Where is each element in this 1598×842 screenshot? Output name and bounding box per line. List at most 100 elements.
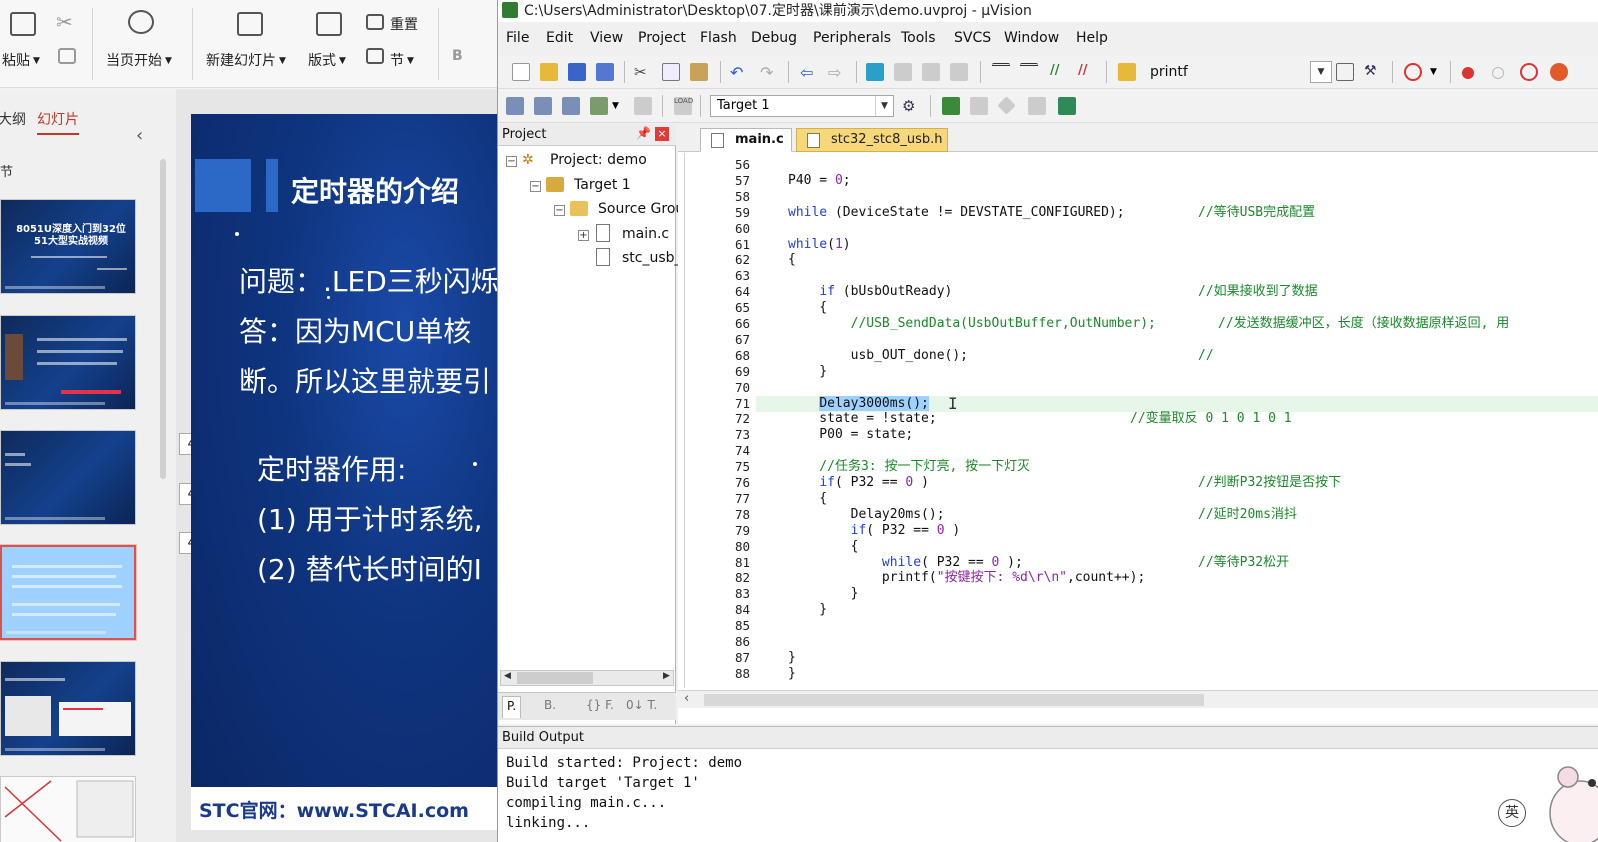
open-folder-icon[interactable] [540, 63, 558, 81]
menu-view[interactable]: View [590, 30, 623, 46]
tab-project[interactable]: P. [502, 696, 522, 718]
collapse-icon[interactable]: − [554, 205, 565, 216]
code-line[interactable]: printf("按键按下: %d\r\n",count++); [788, 570, 1145, 586]
code-line[interactable]: //任务3: 按一下灯亮, 按一下灯灭 [788, 459, 1030, 475]
code-line[interactable]: } [788, 666, 796, 682]
batch-dropdown-icon[interactable]: ▼ [612, 101, 630, 119]
code-line[interactable]: } [788, 602, 827, 618]
tree-project-root[interactable]: Project: demo [550, 152, 647, 168]
code-line[interactable]: if( P32 == 0 ) [788, 475, 929, 491]
copy-icon[interactable] [58, 48, 76, 64]
reset-button[interactable]: 重置 [390, 14, 418, 34]
menu-peripherals[interactable]: Peripherals [813, 30, 891, 46]
paste-button[interactable]: 粘贴 ▼ [2, 50, 40, 70]
code-line[interactable]: P00 = state; [788, 427, 913, 443]
layout-button[interactable]: 版式 ▼ [308, 50, 346, 70]
code-area[interactable]: 56 57 P40 = 0; 58 59 while (DeviceState != DE… [678, 153, 1598, 688]
code-line[interactable]: P40 = 0; [788, 173, 851, 189]
tab-stc32-stc8-usb-h[interactable]: stc32_stc8_usb.h [796, 128, 948, 152]
code-line[interactable]: } [788, 650, 796, 666]
slide-thumbnail-5[interactable] [0, 661, 136, 756]
find-dropdown[interactable]: ▼ [1310, 61, 1332, 83]
prev-bookmark-icon[interactable] [894, 63, 912, 81]
menu-window[interactable]: Window [1004, 30, 1059, 46]
reset-icon[interactable] [366, 14, 384, 30]
section-icon[interactable] [366, 48, 384, 64]
tools-icon[interactable]: ⚒ [1364, 63, 1382, 81]
code-line[interactable]: { [788, 300, 827, 316]
pin-icon[interactable]: 📌 [636, 126, 651, 140]
code-line[interactable]: Delay3000ms(); [788, 395, 929, 412]
menu-edit[interactable]: Edit [546, 30, 573, 46]
new-slide-button[interactable]: 新建幻灯片 ▼ [206, 50, 286, 70]
translate-icon[interactable] [506, 97, 524, 115]
tab-functions[interactable]: {} F. [582, 696, 618, 718]
disable-breakpoint-icon[interactable] [1492, 67, 1504, 79]
code-line[interactable]: //USB_SendData(UsbOutBuffer,OutNumber); [788, 316, 1156, 332]
pack-installer-icon[interactable] [1028, 97, 1046, 115]
code-line[interactable]: { [788, 491, 827, 507]
current-slide[interactable]: 定时器的介绍 问题：.LED三秒闪烁 答：因为MCU单核 断。所以这里就要引 定… [191, 114, 497, 830]
code-line[interactable]: } [788, 586, 859, 602]
find-text[interactable]: printf [1150, 64, 1188, 80]
tab-books[interactable]: B. [540, 696, 560, 718]
thumbnails-scrollbar[interactable] [160, 159, 166, 479]
tab-templates[interactable]: 0↓ T. [622, 696, 661, 718]
collapse-icon[interactable]: − [530, 181, 541, 192]
play-icon[interactable] [128, 10, 154, 34]
indent-icon[interactable] [992, 63, 1010, 81]
code-line[interactable]: } [788, 364, 827, 380]
rebuild-icon[interactable] [562, 97, 580, 115]
comment-icon[interactable]: // [1050, 63, 1068, 81]
save-icon[interactable] [568, 63, 586, 81]
nav-forward-icon[interactable]: ⇨ [828, 63, 846, 82]
code-line[interactable]: usb_OUT_done(); [788, 348, 968, 364]
project-horizontal-scrollbar[interactable]: ◀ ▶ [500, 670, 674, 686]
section-button[interactable]: 节 ▼ [390, 50, 414, 70]
slide-thumbnail-1[interactable]: 8051U深度入门到32位51大型实战视频 [0, 199, 136, 294]
paste-icon[interactable] [690, 63, 708, 81]
collapse-pane-icon[interactable]: ‹ [136, 125, 143, 146]
menu-project[interactable]: Project [638, 30, 686, 46]
kill-breakpoints-icon[interactable] [1520, 63, 1538, 81]
menu-tools[interactable]: Tools [901, 30, 936, 46]
play-from-current-button[interactable]: 当页开始 ▼ [106, 50, 172, 70]
uncomment-icon[interactable]: // [1078, 63, 1096, 81]
breakpoint-icon[interactable] [1462, 67, 1474, 79]
new-slide-icon[interactable] [237, 12, 263, 36]
next-bookmark-icon[interactable] [922, 63, 940, 81]
tree-file-main-c[interactable]: main.c [622, 226, 669, 242]
menu-debug[interactable]: Debug [751, 30, 797, 46]
tree-source-group[interactable]: Source Grou [598, 201, 684, 217]
paste-icon[interactable] [10, 12, 36, 36]
slide-thumbnail-6[interactable] [0, 776, 136, 842]
save-all-icon[interactable] [596, 63, 614, 81]
layout-icon[interactable] [316, 12, 342, 36]
editor-horizontal-scrollbar[interactable]: ‹ [678, 690, 1598, 708]
menu-svcs[interactable]: SVCS [954, 30, 991, 46]
tree-file-usb[interactable]: stc_usb_ [622, 250, 682, 266]
debug-start-icon[interactable] [1404, 63, 1422, 81]
slide-thumbnail-2[interactable] [0, 315, 136, 410]
code-line[interactable]: if( P32 == 0 ) [788, 523, 961, 539]
nav-back-icon[interactable]: ⇦ [800, 63, 818, 82]
configure-icon[interactable] [1550, 63, 1568, 81]
batch-build-icon[interactable] [590, 97, 608, 115]
copy-icon[interactable] [662, 63, 680, 81]
tab-outline[interactable]: 大纲 [0, 109, 26, 129]
manage-components-icon[interactable] [942, 97, 960, 115]
code-line[interactable]: while(1) [788, 237, 851, 253]
bold-button[interactable]: B [452, 48, 463, 64]
close-icon[interactable]: × [655, 127, 669, 141]
stop-build-icon[interactable] [634, 97, 652, 115]
multi-project-icon[interactable] [1058, 97, 1076, 115]
code-line[interactable]: if (bUsbOutReady) [788, 284, 952, 300]
undo-icon[interactable]: ↶ [730, 63, 748, 82]
menu-help[interactable]: Help [1076, 30, 1108, 46]
build-icon[interactable] [534, 97, 552, 115]
clear-bookmarks-icon[interactable] [950, 63, 968, 81]
collapse-icon[interactable]: − [506, 156, 517, 167]
download-icon[interactable]: LOAD [674, 97, 693, 115]
slide-thumbnail-3[interactable] [0, 430, 136, 525]
redo-icon[interactable]: ↷ [760, 63, 778, 82]
